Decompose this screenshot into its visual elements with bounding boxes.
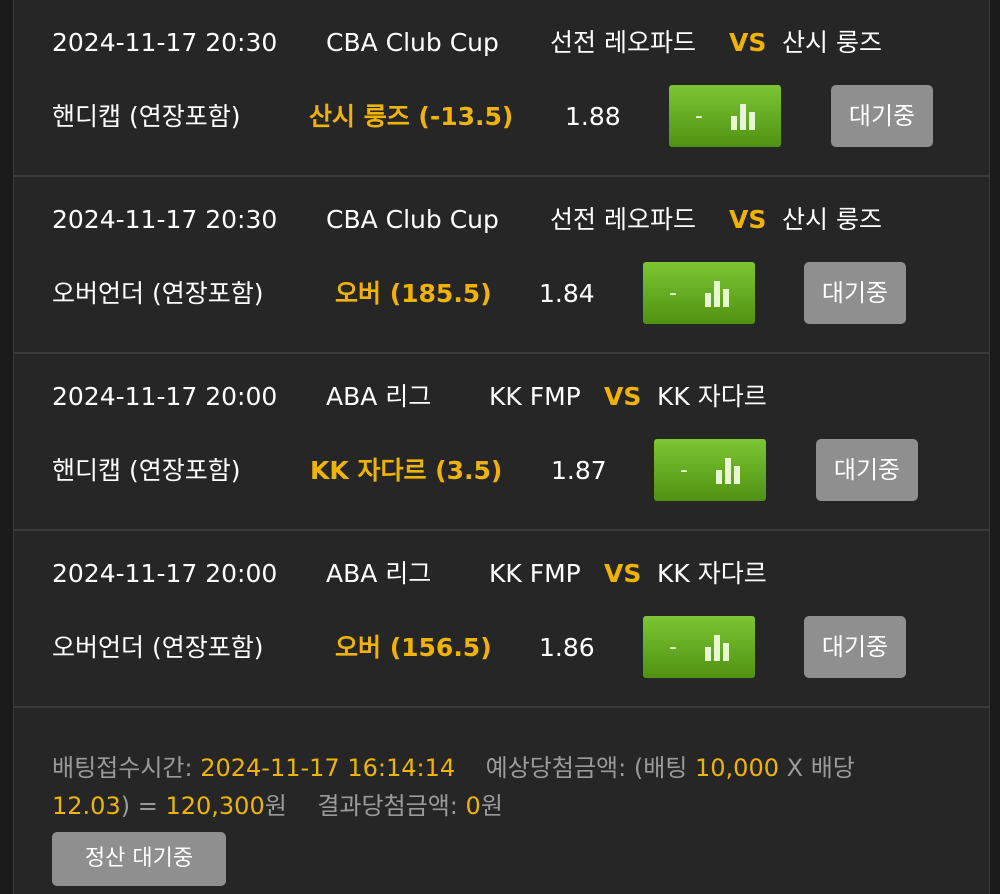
chart-dash: -	[669, 634, 677, 660]
accept-time-label: 배팅접수시간:	[52, 754, 193, 782]
chart-dash: -	[680, 457, 688, 483]
vs-label: VS	[604, 382, 642, 411]
away-team: KK 자다르	[657, 559, 767, 588]
home-team: 선전 레오파드	[550, 28, 696, 57]
selection-pick: 오버 (185.5)	[335, 279, 492, 308]
league-name: ABA 리그	[326, 559, 432, 588]
bet-item: 2024-11-17 20:00 ABA 리그 KK FMP VS KK 자다르…	[14, 354, 989, 531]
odds-value: 1.86	[539, 633, 595, 662]
total-odds: 12.03	[52, 792, 121, 820]
chart-dash: -	[669, 280, 677, 306]
expected-win-amount: 120,300	[165, 792, 265, 820]
match-datetime: 2024-11-17 20:30	[52, 28, 278, 57]
status-button[interactable]: 대기중	[831, 85, 933, 147]
summary-text: 배팅접수시간: 2024-11-17 16:14:14 예상당첨금액: (배팅 …	[52, 749, 922, 825]
bar-chart-icon	[704, 279, 729, 307]
odds-chart-button[interactable]: -	[643, 616, 755, 678]
selection-pick: KK 자다르 (3.5)	[310, 456, 503, 485]
bet-item: 2024-11-17 20:30 CBA Club Cup 선전 레오파드 VS…	[14, 177, 989, 354]
league-name: ABA 리그	[326, 382, 432, 411]
status-button[interactable]: 대기중	[804, 616, 906, 678]
result-win-label: 결과당첨금액:	[317, 792, 458, 820]
league-name: CBA Club Cup	[326, 205, 499, 234]
match-datetime: 2024-11-17 20:00	[52, 559, 278, 588]
vs-label: VS	[604, 559, 642, 588]
stake-amount: 10,000	[695, 754, 779, 782]
bar-chart-icon	[730, 102, 755, 130]
bet-slip-panel: 2024-11-17 20:30 CBA Club Cup 선전 레오파드 VS…	[13, 0, 990, 894]
bet-item: 2024-11-17 20:30 CBA Club Cup 선전 레오파드 VS…	[14, 0, 989, 177]
market-type: 핸디캡 (연장포함)	[52, 456, 241, 485]
odds-value: 1.87	[551, 456, 607, 485]
away-team: KK 자다르	[657, 382, 767, 411]
odds-value: 1.84	[539, 279, 595, 308]
home-team: 선전 레오파드	[550, 205, 696, 234]
away-team: 산시 룽즈	[782, 28, 882, 57]
chart-dash: -	[695, 103, 703, 129]
status-button[interactable]: 대기중	[816, 439, 918, 501]
league-name: CBA Club Cup	[326, 28, 499, 57]
market-type: 오버언더 (연장포함)	[52, 279, 264, 308]
odds-chart-button[interactable]: -	[654, 439, 766, 501]
market-type: 오버언더 (연장포함)	[52, 633, 264, 662]
odds-value: 1.88	[565, 102, 621, 131]
settlement-status-button[interactable]: 정산 대기중	[52, 832, 226, 886]
result-win-amount: 0	[465, 792, 481, 820]
selection-pick: 오버 (156.5)	[335, 633, 492, 662]
expected-win-label: 예상당첨금액: (배팅	[485, 754, 688, 782]
bar-chart-icon	[715, 456, 740, 484]
odds-chart-button[interactable]: -	[669, 85, 781, 147]
market-type: 핸디캡 (연장포함)	[52, 102, 241, 131]
away-team: 산시 룽즈	[782, 205, 882, 234]
home-team: KK FMP	[489, 382, 581, 411]
match-datetime: 2024-11-17 20:30	[52, 205, 278, 234]
accept-time-value: 2024-11-17 16:14:14	[200, 754, 456, 782]
match-datetime: 2024-11-17 20:00	[52, 382, 278, 411]
vs-label: VS	[729, 28, 767, 57]
result-unit: 원	[480, 792, 503, 820]
times-odds-label: X 배당	[786, 754, 855, 782]
bar-chart-icon	[704, 633, 729, 661]
equals-sign: ) =	[120, 792, 158, 820]
vs-label: VS	[729, 205, 767, 234]
selection-pick: 산시 룽즈 (-13.5)	[309, 102, 514, 131]
home-team: KK FMP	[489, 559, 581, 588]
bet-item: 2024-11-17 20:00 ABA 리그 KK FMP VS KK 자다르…	[14, 531, 989, 708]
won-unit: 원	[264, 792, 287, 820]
status-button[interactable]: 대기중	[804, 262, 906, 324]
odds-chart-button[interactable]: -	[643, 262, 755, 324]
